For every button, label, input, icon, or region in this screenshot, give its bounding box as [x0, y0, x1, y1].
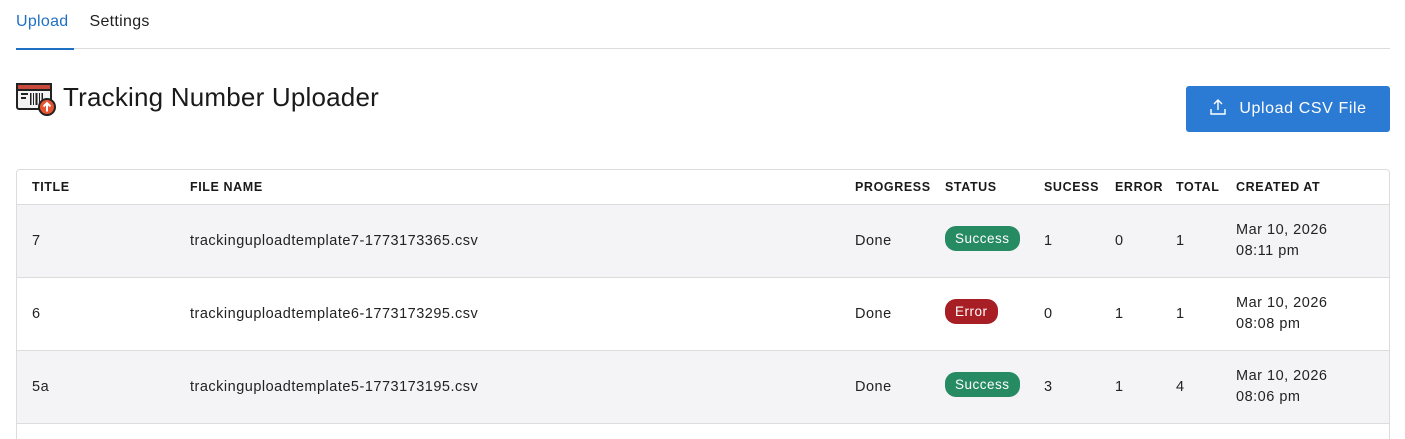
cell-progress: Done [840, 350, 930, 424]
cell-status: Error [930, 277, 1029, 351]
cell-title: 6 [17, 277, 175, 351]
cell-progress: Done [840, 277, 930, 351]
column-header-total[interactable]: TOTAL [1161, 170, 1221, 205]
cell-title: 7 [17, 204, 175, 278]
cell-file-name: trackinguploadtemplate5-1773173195.csv [175, 350, 840, 424]
created-time: 08:06 pm [1236, 388, 1301, 405]
cell-title: 5a [17, 350, 175, 424]
column-header-title[interactable]: TITLE [17, 170, 175, 205]
cell-created-at: Mar 10, 2026 08:08 pm [1221, 277, 1389, 351]
upload-icon [1209, 98, 1227, 121]
column-header-success[interactable]: SUCESS [1029, 170, 1100, 205]
cell-status: Success [930, 204, 1029, 278]
cell-success: 0 [1029, 277, 1100, 351]
created-date: Mar 10, 2026 [1236, 294, 1328, 311]
column-header-progress[interactable]: PROGRESS [840, 170, 930, 205]
created-time: 08:11 pm [1236, 242, 1300, 259]
tab-upload[interactable]: Upload [16, 0, 90, 50]
cell-total: 1 [1161, 204, 1221, 278]
upload-csv-button[interactable]: Upload CSV File [1186, 86, 1390, 132]
cell-progress: Done [840, 204, 930, 278]
cell-error: 1 [1100, 277, 1161, 351]
cell-status: Success [930, 350, 1029, 424]
cell-created-at: Mar 10, 2026 08:06 pm [1221, 350, 1389, 424]
column-header-created-at[interactable]: CREATED AT [1221, 170, 1389, 205]
cell-created-at: Mar 10, 2026 08:11 pm [1221, 204, 1389, 278]
created-date: Mar 10, 2026 [1236, 221, 1328, 238]
column-header-status[interactable]: STATUS [930, 170, 1029, 205]
cell-file-name: trackinguploadtemplate6-1773173295.csv [175, 277, 840, 351]
created-date: Mar 10, 2026 [1236, 367, 1328, 384]
created-time: 08:08 pm [1236, 315, 1301, 332]
cell-total: 1 [1161, 277, 1221, 351]
barcode-upload-icon [16, 82, 56, 116]
cell-error: 1 [1100, 350, 1161, 424]
tab-bar: Upload Settings [16, 0, 1390, 50]
table-header-row: TITLE FILE NAME PROGRESS STATUS SUCESS E… [17, 170, 1389, 205]
cell-file-name: trackinguploadtemplate7-1773173365.csv [175, 204, 840, 278]
column-header-file-name[interactable]: FILE NAME [175, 170, 840, 205]
cell-success: 1 [1029, 204, 1100, 278]
cell-total: 4 [1161, 350, 1221, 424]
page-title: Tracking Number Uploader [63, 82, 379, 112]
cell-success: 3 [1029, 350, 1100, 424]
status-badge: Success [945, 372, 1020, 397]
cell-error: 0 [1100, 204, 1161, 278]
upload-button-label: Upload CSV File [1239, 100, 1367, 117]
status-badge: Success [945, 226, 1020, 251]
table-row[interactable]: 6 trackinguploadtemplate6-1773173295.csv… [17, 277, 1389, 351]
table-row[interactable]: 7 trackinguploadtemplate7-1773173365.csv… [17, 204, 1389, 278]
uploads-table: TITLE FILE NAME PROGRESS STATUS SUCESS E… [16, 169, 1390, 439]
tab-settings[interactable]: Settings [90, 0, 150, 49]
status-badge: Error [945, 299, 998, 324]
table-row[interactable]: 5a trackinguploadtemplate5-1773173195.cs… [17, 350, 1389, 424]
column-header-error[interactable]: ERROR [1100, 170, 1163, 205]
